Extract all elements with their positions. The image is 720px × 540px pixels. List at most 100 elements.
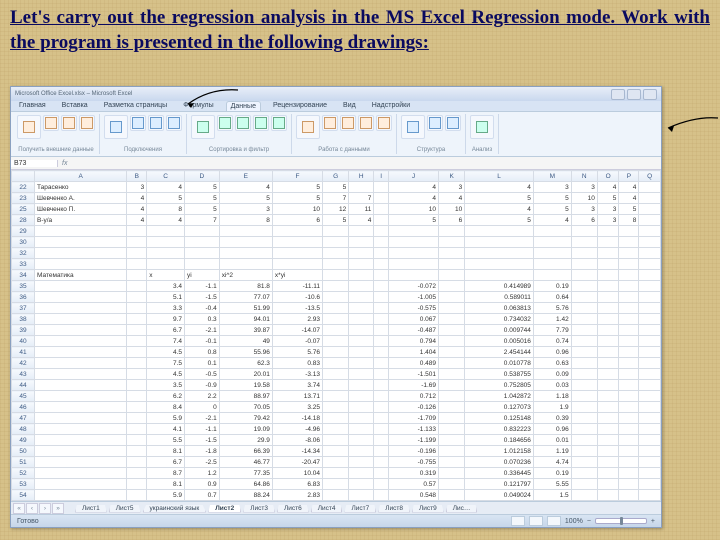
cell[interactable]: 5.5	[147, 435, 185, 446]
cell[interactable]: 81.8	[219, 281, 272, 292]
cell[interactable]	[35, 380, 127, 391]
cell[interactable]: 0.049024	[465, 490, 534, 501]
cell[interactable]	[619, 314, 639, 325]
ribbon-button[interactable]	[235, 115, 251, 131]
cell[interactable]	[35, 457, 127, 468]
cell[interactable]: 11	[349, 204, 374, 215]
cell[interactable]	[571, 281, 597, 292]
ribbon-button[interactable]	[79, 115, 95, 131]
cell[interactable]: 0.7	[185, 490, 220, 501]
cell[interactable]	[439, 446, 465, 457]
cell[interactable]	[388, 237, 438, 248]
cell[interactable]	[639, 314, 661, 325]
cell[interactable]	[597, 347, 619, 358]
cell[interactable]	[349, 347, 374, 358]
ribbon-tab[interactable]: Вставка	[58, 101, 92, 111]
cell[interactable]: -0.072	[388, 281, 438, 292]
cell[interactable]	[374, 215, 389, 226]
cell[interactable]	[349, 237, 374, 248]
cell[interactable]: 0.589011	[465, 292, 534, 303]
cell[interactable]: -1.005	[388, 292, 438, 303]
cell[interactable]	[127, 479, 147, 490]
cell[interactable]	[639, 347, 661, 358]
cell[interactable]	[619, 413, 639, 424]
cell[interactable]: -0.196	[388, 446, 438, 457]
cell[interactable]: 6	[439, 215, 465, 226]
cell[interactable]: 5.9	[147, 413, 185, 424]
cell[interactable]	[35, 435, 127, 446]
cell[interactable]	[185, 248, 220, 259]
row-header[interactable]: 51	[12, 457, 35, 468]
cell[interactable]	[619, 380, 639, 391]
cell[interactable]: 0.319	[388, 468, 438, 479]
row-header[interactable]: 50	[12, 446, 35, 457]
cell[interactable]	[147, 237, 185, 248]
cell[interactable]: 5.9	[147, 490, 185, 501]
sheet-tab[interactable]: Лист9	[412, 505, 444, 513]
ribbon-button[interactable]	[445, 115, 461, 131]
column-header[interactable]: D	[185, 171, 220, 182]
cell[interactable]	[349, 292, 374, 303]
cell[interactable]	[619, 358, 639, 369]
cell[interactable]: 7.4	[147, 336, 185, 347]
cell[interactable]	[35, 490, 127, 501]
ribbon-button[interactable]	[296, 115, 320, 139]
cell[interactable]: 8	[219, 215, 272, 226]
cell[interactable]	[323, 424, 349, 435]
row-header[interactable]: 49	[12, 435, 35, 446]
cell[interactable]	[349, 402, 374, 413]
cell[interactable]: 0.19	[533, 281, 571, 292]
cell[interactable]	[219, 248, 272, 259]
cell[interactable]	[323, 314, 349, 325]
nav-prev-icon[interactable]: ‹	[26, 503, 38, 514]
cell[interactable]	[323, 303, 349, 314]
cell[interactable]: -8.06	[272, 435, 322, 446]
cell[interactable]	[388, 248, 438, 259]
close-button[interactable]	[643, 89, 657, 100]
ribbon-button[interactable]	[340, 115, 356, 131]
cell[interactable]: 0.336445	[465, 468, 534, 479]
cell[interactable]	[374, 303, 389, 314]
cell[interactable]: x*yi	[272, 270, 322, 281]
cell[interactable]	[35, 391, 127, 402]
cell[interactable]	[439, 336, 465, 347]
cell[interactable]	[374, 347, 389, 358]
cell[interactable]: -1.1	[185, 424, 220, 435]
cell[interactable]: 3.25	[272, 402, 322, 413]
cell[interactable]	[571, 336, 597, 347]
cell[interactable]: 4.5	[147, 347, 185, 358]
sheet-tab[interactable]: украинский язык	[143, 505, 207, 513]
row-header[interactable]: 53	[12, 479, 35, 490]
cell[interactable]: 0.794	[388, 336, 438, 347]
cell[interactable]	[639, 413, 661, 424]
cell[interactable]	[374, 314, 389, 325]
cell[interactable]	[127, 325, 147, 336]
sheet-tab[interactable]: Лист6	[277, 505, 309, 513]
column-header[interactable]: F	[272, 171, 322, 182]
cell[interactable]	[439, 237, 465, 248]
cell[interactable]	[349, 391, 374, 402]
cell[interactable]	[597, 468, 619, 479]
cell[interactable]	[374, 380, 389, 391]
cell[interactable]: 3	[127, 182, 147, 193]
cell[interactable]	[439, 325, 465, 336]
cell[interactable]	[619, 336, 639, 347]
cell[interactable]: 1.404	[388, 347, 438, 358]
cell[interactable]	[127, 369, 147, 380]
cell[interactable]	[127, 347, 147, 358]
cell[interactable]	[597, 336, 619, 347]
cell[interactable]	[349, 424, 374, 435]
cell[interactable]	[374, 358, 389, 369]
cell[interactable]: yi	[185, 270, 220, 281]
cell[interactable]	[439, 314, 465, 325]
cell[interactable]: 13.71	[272, 391, 322, 402]
cell[interactable]	[127, 270, 147, 281]
cell[interactable]	[639, 248, 661, 259]
cell[interactable]	[35, 347, 127, 358]
column-header[interactable]: A	[35, 171, 127, 182]
cell[interactable]: 7.5	[147, 358, 185, 369]
cell[interactable]	[439, 259, 465, 270]
cell[interactable]	[639, 358, 661, 369]
cell[interactable]: 0.712	[388, 391, 438, 402]
sheet-tab[interactable]: Лист7	[344, 505, 376, 513]
